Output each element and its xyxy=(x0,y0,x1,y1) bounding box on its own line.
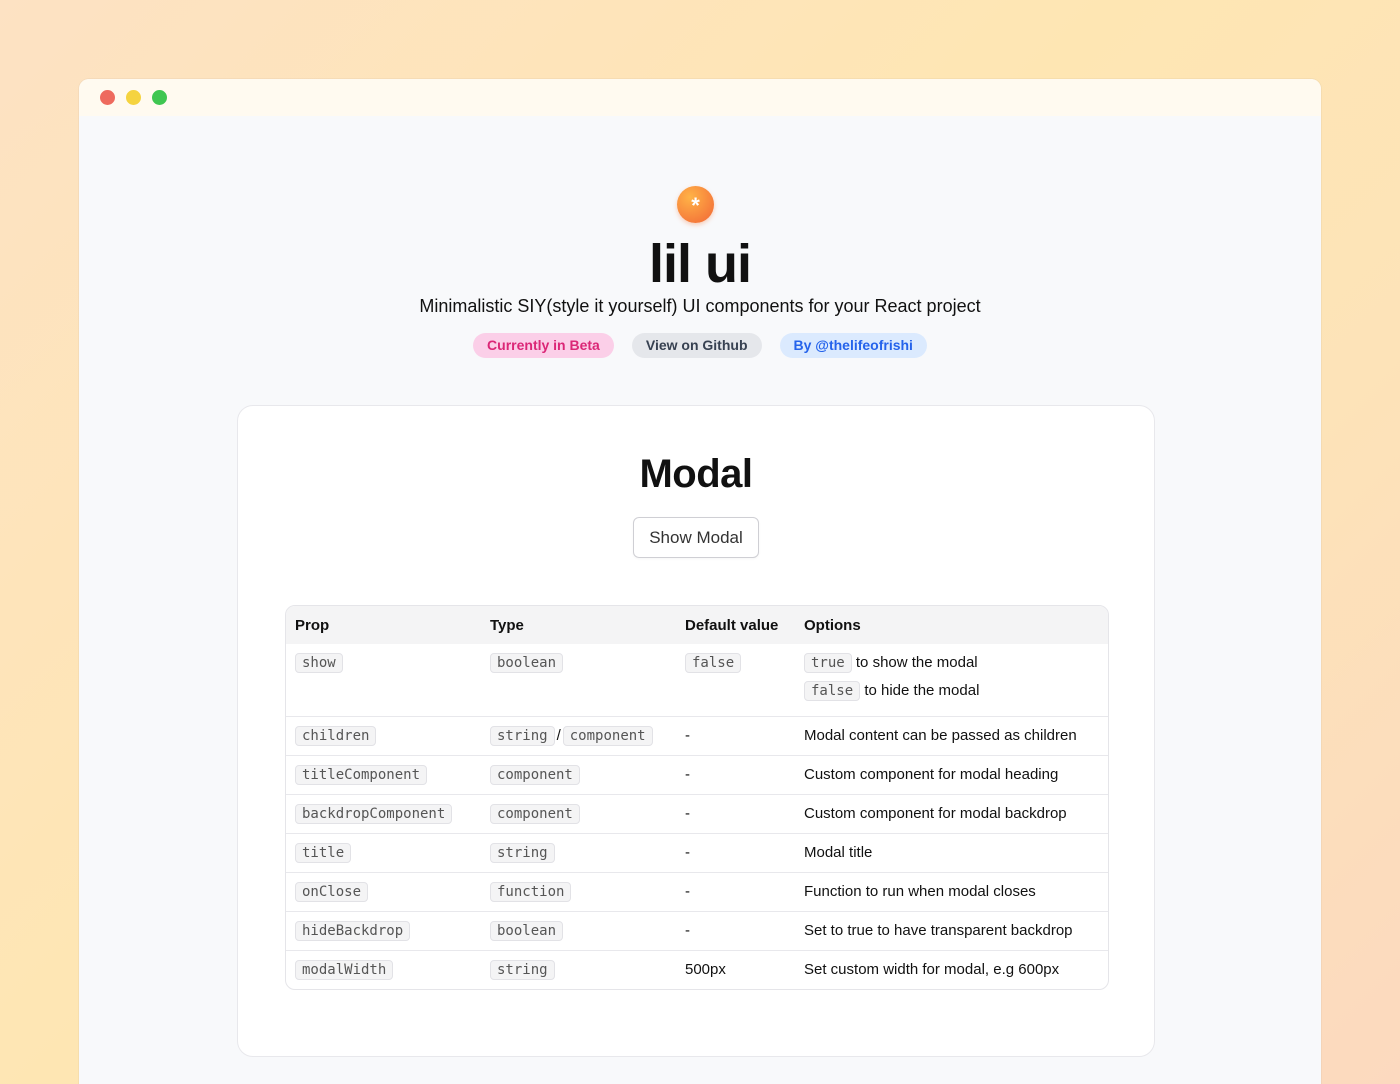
option-code: true xyxy=(804,653,852,673)
prop-name: modalWidth xyxy=(295,960,394,980)
prop-options: Modal content can be passed as children xyxy=(795,716,1108,756)
prop-options: Custom component for modal heading xyxy=(795,755,1108,795)
brand-title: lil ui xyxy=(649,234,752,294)
prop-name: backdropComponent xyxy=(295,804,453,824)
table-row: children string / component - Modal conten… xyxy=(286,716,1108,756)
window-titlebar xyxy=(79,79,1321,116)
component-title: Modal xyxy=(639,452,753,496)
show-modal-button[interactable]: Show Modal xyxy=(633,517,759,558)
prop-name: title xyxy=(295,843,352,863)
prop-options: Modal title xyxy=(795,833,1108,873)
header-default: Default value xyxy=(685,617,779,634)
minimize-window-button[interactable] xyxy=(126,90,141,105)
browser-window: * lil ui Minimalistic SIY(style it yours… xyxy=(79,79,1321,1084)
type-separator: / xyxy=(556,727,561,744)
tagline: Minimalistic SIY(style it yourself) UI c… xyxy=(419,296,981,316)
prop-default: - xyxy=(676,872,795,912)
prop-name: children xyxy=(295,726,377,746)
prop-type: component xyxy=(562,726,653,746)
table-row: title string - Modal title xyxy=(286,833,1108,873)
prop-options: Set custom width for modal, e.g 600px xyxy=(795,950,1108,989)
prop-options: Custom component for modal backdrop xyxy=(795,794,1108,834)
props-table: Prop Type Default value Options show boo… xyxy=(285,605,1109,990)
header-prop: Prop xyxy=(295,617,330,634)
table-row: backdropComponent component - Custom com… xyxy=(286,794,1108,834)
option-code: false xyxy=(804,681,861,701)
option-text: to hide the modal xyxy=(864,682,980,699)
table-header-row: Prop Type Default value Options xyxy=(286,606,1108,644)
table-row: onClose function - Function to run when … xyxy=(286,872,1108,912)
prop-options: Function to run when modal closes xyxy=(795,872,1108,912)
modal-docs-card: Modal Show Modal Prop Type Default value… xyxy=(237,405,1155,1057)
prop-type: function xyxy=(490,882,572,902)
prop-default: false xyxy=(685,653,742,673)
table-row: hideBackdrop boolean - Set to true to ha… xyxy=(286,911,1108,951)
table-row: show boolean false true to show the moda… xyxy=(286,644,1108,717)
prop-type: boolean xyxy=(490,653,564,673)
prop-name: onClose xyxy=(295,882,369,902)
prop-type: string xyxy=(490,960,555,980)
option-text: to show the modal xyxy=(855,654,978,671)
prop-type: component xyxy=(490,804,580,824)
prop-default: - xyxy=(676,794,795,834)
prop-default: - xyxy=(676,833,795,873)
table-row: titleComponent component - Custom compon… xyxy=(286,755,1108,795)
prop-type: component xyxy=(490,765,580,785)
prop-default: 500px xyxy=(676,950,795,989)
prop-options: Set to true to have transparent backdrop xyxy=(795,911,1108,951)
prop-default: - xyxy=(676,911,795,951)
prop-name: titleComponent xyxy=(295,765,428,785)
table-row: modalWidth string 500px Set custom width… xyxy=(286,950,1108,989)
header-options: Options xyxy=(804,617,861,634)
header-type: Type xyxy=(490,617,524,634)
prop-type: boolean xyxy=(490,921,564,941)
close-window-button[interactable] xyxy=(100,90,115,105)
maximize-window-button[interactable] xyxy=(152,90,167,105)
github-link[interactable]: View on Github xyxy=(631,333,762,358)
prop-default: - xyxy=(676,716,795,756)
prop-name: show xyxy=(295,653,343,673)
asterisk-logo-icon: * xyxy=(677,186,714,223)
prop-default: - xyxy=(676,755,795,795)
prop-name: hideBackdrop xyxy=(295,921,411,941)
prop-type: string xyxy=(490,726,555,746)
badge-row: Currently in Beta View on Github By @the… xyxy=(79,333,1321,358)
author-link[interactable]: By @thelifeofrishi xyxy=(779,333,927,358)
beta-badge: Currently in Beta xyxy=(473,333,614,358)
prop-type: string xyxy=(490,843,555,863)
